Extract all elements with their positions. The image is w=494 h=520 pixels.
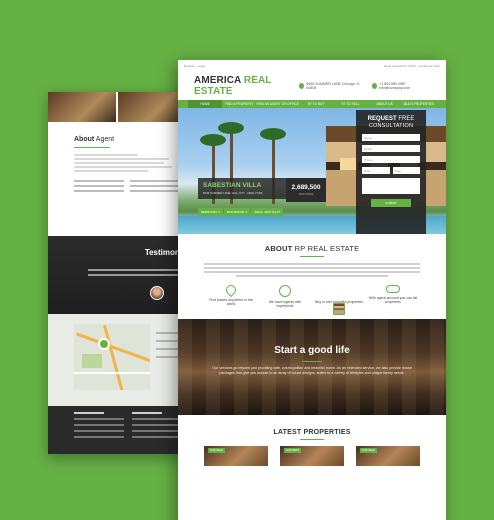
property-thumbnail[interactable]: FOR SALE	[356, 445, 420, 466]
property-thumbnail[interactable]: FOR SALE	[204, 445, 268, 466]
feature-list: Find places anywhere in the world We hav…	[178, 279, 446, 315]
featured-property-card[interactable]: SABESTIAN VILLA 6646 SUMMER LANE, HILL C…	[198, 178, 286, 199]
home-page-preview: Register · Login Need Questions? 1-800 ·…	[178, 60, 446, 520]
nav-find-property[interactable]: FIND A PROPERTY	[222, 102, 256, 106]
submit-button[interactable]: SUBMIT	[371, 199, 411, 207]
about-section: ABOUT RP REAL ESTATE	[178, 234, 446, 277]
header-contact: 6646 SUMMER LANE Chicago, IL 60608 +1 80…	[299, 82, 430, 90]
hero-slider[interactable]: SABESTIAN VILLA 6646 SUMMER LANE, HILL C…	[178, 108, 446, 234]
avatar	[150, 286, 164, 300]
about-agent-title: About Agent	[74, 136, 115, 143]
location-map[interactable]	[74, 324, 150, 390]
nav-buy[interactable]: RT TO BUY	[299, 102, 333, 106]
phone-icon	[372, 83, 378, 89]
property-price: 2,689,500 NEW PRICE	[286, 178, 326, 202]
agent-page-preview: About Agent Testimoni	[48, 92, 186, 454]
property-address: 6646 SUMMER LANE, HILL CITY · NEW YORK	[203, 191, 263, 195]
location-icon	[299, 83, 305, 89]
message-field[interactable]	[362, 178, 420, 194]
title-underline	[302, 360, 322, 362]
property-features: BEDROOM: 3 BATHROOM: 2 AREA: 4200 SQ.FT	[198, 208, 284, 216]
top-bar-contact: Need Questions? 1-800 · Contact at Clear	[383, 64, 440, 68]
nav-home[interactable]: HOME	[188, 100, 223, 108]
nav-sell[interactable]: RT TO SELL	[333, 102, 367, 106]
status-badge: FOR SALE	[360, 447, 377, 453]
house-icon	[333, 302, 345, 315]
feature-item: We have agents with experience	[260, 284, 310, 309]
cloud-icon	[386, 284, 400, 293]
property-name: SABESTIAN VILLA	[203, 182, 262, 189]
status-badge: FOR RENT	[284, 447, 302, 453]
map-section	[48, 314, 186, 406]
email-field[interactable]: Email	[362, 145, 420, 152]
feature-item: Find places anywhere in the world	[206, 282, 256, 309]
nav-find-agent[interactable]: FIND AN AGENT OR OFFICE	[257, 102, 299, 106]
banner-title: Start a good life	[274, 344, 350, 356]
photo-strip	[48, 92, 186, 122]
property-photo	[48, 92, 116, 122]
testimonials-section: Testimoni	[48, 236, 186, 314]
consultation-form: REQUEST FREE CONSULTATION Name Email Pho…	[356, 110, 426, 234]
login-links[interactable]: Register · Login	[184, 64, 205, 68]
nav-multi-properties[interactable]: MULTI PROPERTIES	[402, 102, 436, 106]
about-agent-section: About Agent	[48, 128, 186, 236]
title-underline	[300, 438, 324, 440]
feature-item: Buy or rent beautiful properties	[314, 285, 364, 315]
main-nav: HOME FIND A PROPERTY FIND AN AGENT OR OF…	[178, 100, 446, 108]
testimonials-title: Testimoni	[144, 248, 182, 257]
property-photo	[118, 92, 186, 122]
map-pin-icon	[223, 282, 239, 298]
name-field[interactable]: Name	[362, 134, 420, 141]
site-header: AMERICA REAL ESTATE 6646 SUMMER LANE Chi…	[178, 72, 446, 100]
good-life-banner: Start a good life Our services go beyond…	[178, 318, 446, 415]
phone-field[interactable]: Phone	[362, 156, 420, 163]
agent-icon	[279, 284, 291, 297]
status-badge: FOR SALE	[208, 447, 225, 453]
form-title: REQUEST FREE CONSULTATION	[367, 116, 415, 129]
about-title: ABOUT RP REAL ESTATE	[264, 244, 360, 253]
date-field[interactable]: Date	[362, 167, 390, 174]
latest-title: LATEST PROPERTIES	[273, 428, 351, 436]
top-bar: Register · Login Need Questions? 1-800 ·…	[178, 60, 446, 72]
site-logo[interactable]: AMERICA REAL ESTATE	[194, 75, 299, 97]
feature-item: With agent account you can list properti…	[368, 284, 418, 309]
about-text	[204, 263, 420, 277]
nav-about[interactable]: ABOUT US	[368, 102, 402, 106]
time-field[interactable]: Time	[392, 167, 420, 174]
testimonial-quote	[88, 269, 182, 276]
map-pin-icon[interactable]	[98, 338, 110, 350]
title-underline	[74, 147, 110, 148]
latest-properties-section: LATEST PROPERTIES FOR SALE FOR RENT FOR …	[178, 415, 446, 466]
agent-contact-details	[74, 180, 180, 192]
property-thumbnail[interactable]: FOR RENT	[280, 445, 344, 466]
footer	[48, 406, 186, 454]
banner-text: Our services go beyond just providing sa…	[212, 365, 412, 375]
title-underline	[300, 256, 324, 257]
